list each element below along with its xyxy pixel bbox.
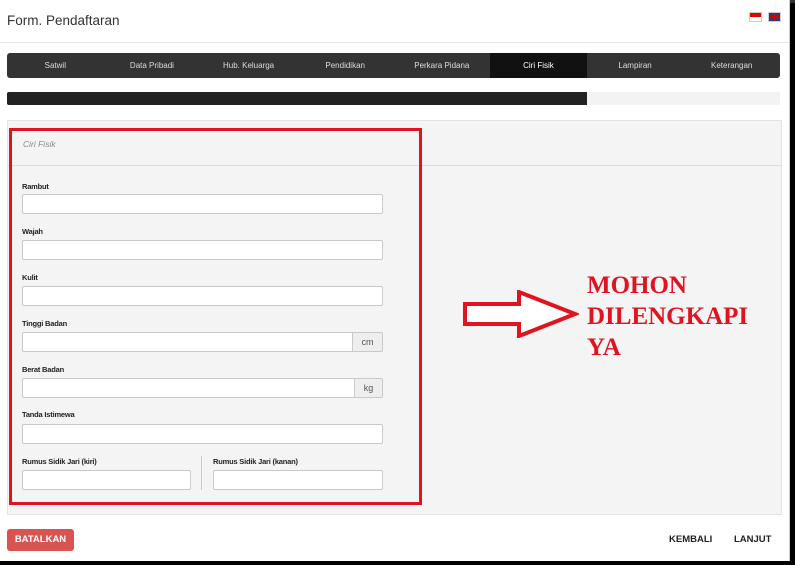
next-button[interactable]: LANJUT xyxy=(734,534,771,545)
progress-bar xyxy=(7,92,587,105)
indonesia-flag-icon[interactable] xyxy=(749,12,762,22)
registration-modal: Form. Pendaftaran Satwil Data Pribadi Hu… xyxy=(0,0,790,561)
tab-data-pribadi[interactable]: Data Pribadi xyxy=(104,53,201,78)
annotation-text: MOHON DILENGKAPI YA xyxy=(587,272,749,361)
highlight-box xyxy=(9,128,422,505)
cancel-button[interactable]: BATALKAN xyxy=(7,529,74,551)
back-button[interactable]: KEMBALI xyxy=(669,534,712,545)
tab-hub-keluarga[interactable]: Hub. Keluarga xyxy=(200,53,297,78)
tab-keterangan[interactable]: Keterangan xyxy=(683,53,780,78)
tab-satwil[interactable]: Satwil xyxy=(7,53,104,78)
tab-ciri-fisik[interactable]: Ciri Fisik xyxy=(490,53,587,78)
modal-header: Form. Pendaftaran xyxy=(0,0,789,43)
modal-title: Form. Pendaftaran xyxy=(7,13,120,28)
tab-pendidikan[interactable]: Pendidikan xyxy=(297,53,394,78)
progress-track xyxy=(7,92,780,105)
tab-perkara-pidana[interactable]: Perkara Pidana xyxy=(394,53,491,78)
uk-flag-icon[interactable] xyxy=(768,12,781,22)
arrow-right-icon xyxy=(463,290,579,338)
tab-lampiran[interactable]: Lampiran xyxy=(587,53,684,78)
wizard-tabs: Satwil Data Pribadi Hub. Keluarga Pendid… xyxy=(7,53,780,78)
